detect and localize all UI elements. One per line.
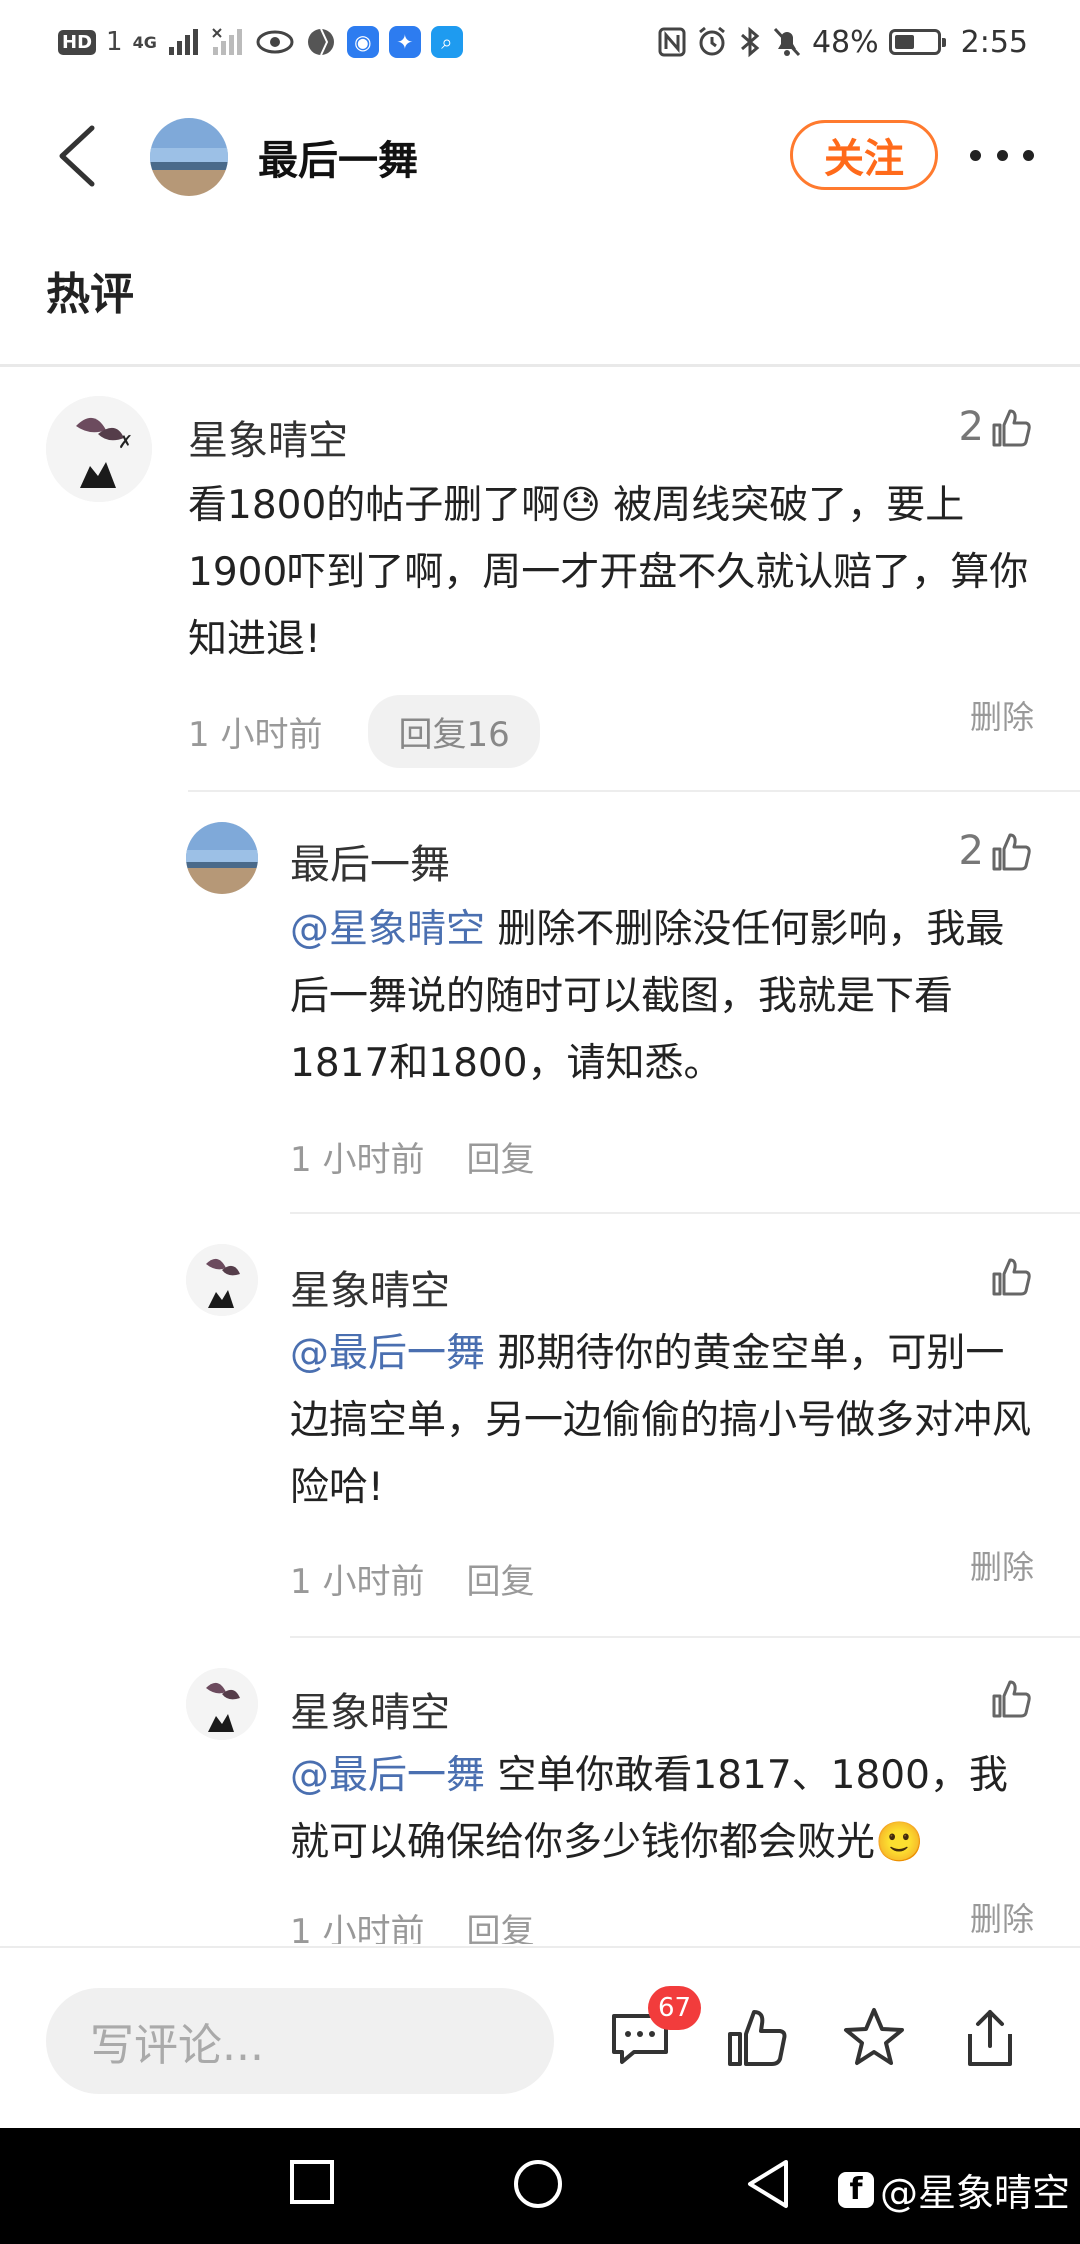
bottom-action-bar: 写评论... 67 — [0, 1946, 1080, 2128]
clock: 2:55 — [960, 24, 1028, 60]
battery-level — [894, 35, 914, 49]
battery-icon — [888, 29, 946, 55]
comment-text: 看1800的帖子删了啊😓 被周线突破了，要上1900吓到了啊，周一才开盘不久就认… — [188, 483, 1029, 662]
like-button[interactable]: 2 — [959, 828, 1034, 874]
replier-avatar[interactable] — [186, 1668, 258, 1740]
back-arrow-icon[interactable] — [52, 122, 108, 190]
reply-item: 星象晴空 @最后一舞 那期待你的黄金空单，可别一边搞空单，另一边偷偷的搞小号做多… — [0, 1214, 1080, 1634]
reply-time: 1 小时前 — [290, 1562, 425, 1602]
replier-avatar[interactable] — [186, 1244, 258, 1316]
reply-text: @星象晴空 删除不删除没任何影响，我最后一舞说的随时可以截图，我就是下看1817… — [290, 896, 1034, 1097]
reply-count-button[interactable]: 回复16 — [368, 695, 540, 768]
eye-icon — [256, 30, 294, 54]
thumbs-up-icon — [992, 1258, 1031, 1296]
delete-button[interactable]: 删除 — [970, 1542, 1034, 1588]
comment-time: 1 小时前 — [188, 715, 323, 755]
like-button[interactable] — [990, 1254, 1034, 1298]
follow-button[interactable]: 关注 — [790, 120, 938, 190]
comment-meta: 1 小时前 回复16 — [188, 695, 540, 768]
bulb-app-icon: ✦ — [388, 26, 421, 58]
reply-time: 1 小时前 — [290, 1140, 425, 1180]
author-name[interactable]: 最后一舞 — [258, 128, 418, 186]
app-header: 最后一舞 关注 — [0, 100, 1080, 212]
reply-text: @最后一舞 空单你敢看1817、1800，我就可以确保给你多少钱你都会败光🙂 — [290, 1742, 1034, 1876]
reply-button[interactable]: 回复 — [466, 1132, 534, 1181]
delete-button[interactable]: 删除 — [970, 1894, 1034, 1940]
mention-link[interactable]: @最后一舞 — [290, 1331, 485, 1376]
mention-link[interactable]: @最后一舞 — [290, 1753, 485, 1798]
reply-item: 星象晴空 @最后一舞 空单你敢看1817、1800，我就可以确保给你多少钱你都会… — [0, 1638, 1080, 1944]
like-post-icon[interactable] — [724, 2004, 792, 2072]
nfc-icon — [658, 27, 686, 57]
hot-comments-title: 热评 — [46, 269, 134, 320]
alarm-icon — [699, 26, 725, 56]
recent-apps-icon[interactable] — [288, 2158, 336, 2206]
reply-meta: 1 小时前 回复 — [290, 1554, 534, 1603]
reply-meta: 1 小时前 回复 — [290, 1132, 534, 1181]
replier-name[interactable]: 星象晴空 — [290, 1680, 450, 1738]
system-nav-bar: f @星象晴空 — [0, 2128, 1080, 2244]
thumbs-up-icon — [992, 1680, 1031, 1718]
replier-avatar[interactable] — [186, 822, 258, 894]
hd-badge: HD — [58, 29, 97, 55]
svg-text:✗: ✗ — [118, 432, 133, 453]
mention-link[interactable]: @星象晴空 — [290, 907, 485, 952]
status-right: 48% 2:55 — [658, 25, 1028, 60]
replier-name[interactable]: 最后一舞 — [290, 832, 450, 890]
like-button[interactable]: 2 — [959, 404, 1034, 450]
share-icon[interactable] — [956, 2004, 1024, 2072]
status-left: HD 1 4G ◉ ✦ ⌕ — [58, 26, 463, 58]
app-notification-icon: ◉ — [346, 26, 379, 58]
replier-name[interactable]: 星象晴空 — [290, 1258, 450, 1316]
reply-item: 最后一舞 2 @星象晴空 删除不删除没任何影响，我最后一舞说的随时可以截图，我就… — [0, 792, 1080, 1212]
like-count: 2 — [958, 404, 984, 450]
reply-button[interactable]: 回复 — [466, 1554, 534, 1603]
thumbs-up-icon — [992, 833, 1031, 871]
favorite-star-icon[interactable] — [840, 2004, 908, 2072]
thumbs-up-icon — [992, 409, 1031, 447]
back-nav-icon[interactable] — [744, 2158, 792, 2210]
mute-bell-icon — [773, 27, 801, 57]
delete-button[interactable]: 删除 — [970, 692, 1034, 738]
author-avatar[interactable] — [150, 118, 228, 196]
reply-meta: 1 小时前 回复 — [290, 1904, 534, 1944]
like-button[interactable] — [990, 1676, 1034, 1720]
aperture-icon — [307, 28, 334, 56]
home-icon[interactable] — [512, 2158, 564, 2210]
watermark-text: @星象晴空 — [879, 2171, 1070, 2215]
reply-text: @最后一舞 那期待你的黄金空单，可别一边搞空单，另一边偷偷的搞小号做多对冲风险哈… — [290, 1320, 1034, 1521]
section-divider — [0, 364, 1080, 367]
sim-indicator: 1 — [106, 27, 123, 57]
more-options-icon[interactable] — [970, 140, 1034, 170]
signal-icon — [168, 29, 198, 55]
network-type: 4G — [132, 32, 157, 52]
comment-count-badge: 67 — [648, 1986, 702, 2030]
signal-off-icon — [212, 28, 242, 55]
status-bar: HD 1 4G ◉ ✦ ⌕ 48% 2:55 — [0, 0, 1080, 84]
commenter-name[interactable]: 星象晴空 — [188, 408, 348, 466]
comment-input[interactable]: 写评论... — [46, 1988, 554, 2094]
reply-time: 1 小时前 — [290, 1912, 425, 1944]
reply-button[interactable]: 回复 — [466, 1904, 534, 1944]
commenter-avatar[interactable]: ✗ — [46, 396, 152, 502]
watermark-logo-icon: f — [837, 2171, 874, 2208]
like-count: 2 — [958, 828, 984, 874]
bluetooth-icon — [740, 26, 760, 58]
comment-item: ✗ 星象晴空 2 看1800的帖子删了啊😓 被周线突破了，要上1900吓到了啊，… — [0, 370, 1080, 790]
search-app-icon: ⌕ — [430, 26, 463, 58]
watermark: f @星象晴空 — [837, 2162, 1070, 2217]
battery-percent: 48% — [811, 24, 879, 60]
